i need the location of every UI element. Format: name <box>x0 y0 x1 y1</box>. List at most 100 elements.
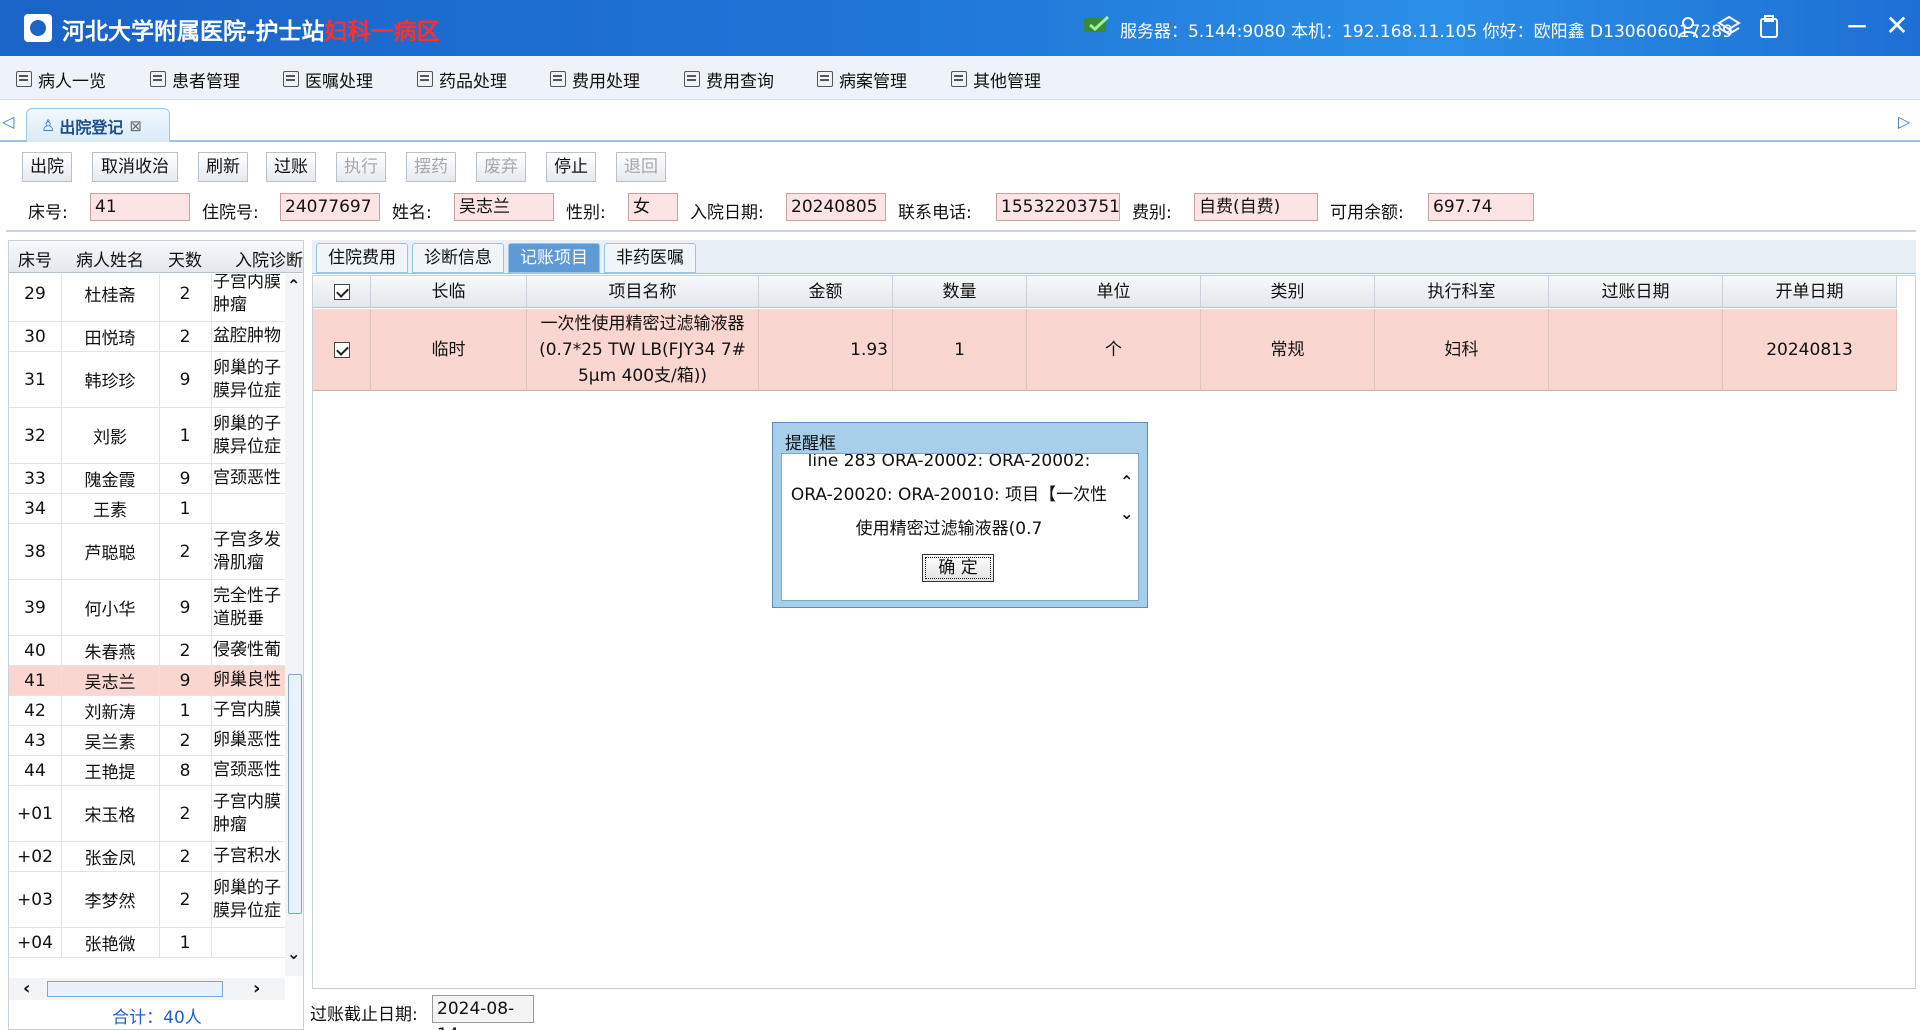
menu-fee-processing[interactable]: 费用处理 <box>550 68 640 92</box>
col-days[interactable]: 天数 <box>159 246 211 271</box>
menu-order-processing[interactable]: 医嘱处理 <box>283 68 373 92</box>
table-row[interactable]: 31 韩珍珍 9 卵巢的子 膜异位症 <box>9 352 285 408</box>
col-admission-diagnosis[interactable]: 入院诊断 <box>211 246 303 271</box>
cell-bed: 34 <box>24 498 46 519</box>
tab-billing-items[interactable]: 记账项目 <box>508 243 600 273</box>
cancel-admission-button[interactable]: 取消收治 <box>92 152 178 182</box>
cell-diagnosis: 卵巢的子 膜异位症 <box>213 357 281 401</box>
hscroll-thumb[interactable] <box>47 981 223 997</box>
cell-amount: 1.93 <box>759 309 893 391</box>
col-unit[interactable]: 单位 <box>1027 276 1201 308</box>
col-bed[interactable]: 床号 <box>9 246 61 271</box>
balance-field[interactable]: 697.74 <box>1428 193 1534 221</box>
clipboard-icon[interactable] <box>1756 14 1782 40</box>
table-row[interactable]: 40 朱春燕 2 侵袭性葡 <box>9 636 285 666</box>
name-field[interactable]: 吴志兰 <box>454 193 554 221</box>
execute-button[interactable]: 执行 <box>336 152 386 182</box>
table-row[interactable]: 临时 一次性使用精密过滤输液器 (0.7*25 TW LB(FJY34 7# 5… <box>313 309 1897 391</box>
cell-bed: 44 <box>24 760 46 781</box>
admission-date-field[interactable]: 20240805 <box>786 193 886 221</box>
column-divider <box>61 494 62 523</box>
select-all-checkbox[interactable] <box>313 276 371 308</box>
table-row[interactable]: 33 隗金霞 9 宫颈恶性 <box>9 464 285 494</box>
table-row[interactable]: 34 王素 1 <box>9 494 285 524</box>
tab-discharge-registration[interactable]: ♙ 出院登记 ⊠ <box>26 108 170 142</box>
table-row[interactable]: 42 刘新涛 1 子宫内膜 <box>9 696 285 726</box>
user-icon[interactable] <box>1676 14 1702 40</box>
post-account-button[interactable]: 过账 <box>266 152 316 182</box>
tab-inpatient-fees[interactable]: 住院费用 <box>316 243 408 273</box>
menu-drug-processing[interactable]: 药品处理 <box>417 68 507 92</box>
bed-field[interactable]: 41 <box>90 193 190 221</box>
admission-no-field[interactable]: 24077697 <box>280 193 380 221</box>
table-row[interactable]: 32 刘影 1 卵巢的子 膜异位症 <box>9 408 285 464</box>
table-row[interactable]: 29 杜桂斋 2 子宫内膜 肿瘤 <box>9 274 285 322</box>
menu-patient-management[interactable]: 患者管理 <box>150 68 240 92</box>
layers-icon[interactable] <box>1716 14 1742 40</box>
tab-non-drug-orders[interactable]: 非药医嘱 <box>604 243 696 273</box>
dialog-scrollbar[interactable]: ⌃ ⌄ <box>1116 454 1138 552</box>
scroll-right-icon[interactable]: › <box>253 978 260 999</box>
tab-scroll-left-icon[interactable]: ◁ <box>2 112 14 131</box>
fee-type-field[interactable]: 自费(自费) <box>1194 193 1318 221</box>
col-quantity[interactable]: 数量 <box>893 276 1027 308</box>
col-patient-name[interactable]: 病人姓名 <box>61 246 159 271</box>
post-cutoff-date-field[interactable]: 2024-08-14 <box>432 995 534 1030</box>
scroll-up-icon[interactable]: ⌃ <box>1120 472 1133 491</box>
dispense-button[interactable]: 摆药 <box>406 152 456 182</box>
tab-close-icon[interactable]: ⊠ <box>129 117 142 135</box>
discharge-button[interactable]: 出院 <box>22 152 72 182</box>
cell-diagnosis: 侵袭性葡 <box>213 640 281 660</box>
table-row[interactable]: 30 田悦琦 2 盆腔肿物 <box>9 322 285 352</box>
cell-days: 2 <box>179 730 191 751</box>
bed-list-hscrollbar[interactable]: ‹ › <box>9 978 285 1000</box>
close-window-button[interactable]: ✕ <box>1882 12 1912 42</box>
phone-field[interactable]: 15532203751 <box>996 193 1120 221</box>
return-button[interactable]: 退回 <box>616 152 666 182</box>
stop-button[interactable]: 停止 <box>546 152 596 182</box>
cell-bed: 33 <box>24 468 46 489</box>
menu-patient-overview[interactable]: 病人一览 <box>16 68 106 92</box>
col-order-date[interactable]: 开单日期 <box>1723 276 1897 308</box>
col-item-name[interactable]: 项目名称 <box>527 276 759 308</box>
col-amount[interactable]: 金额 <box>759 276 893 308</box>
cell-category: 常规 <box>1201 309 1375 391</box>
sex-field[interactable]: 女 <box>628 193 678 221</box>
cell-days: 1 <box>179 932 191 953</box>
table-row[interactable]: +04 张艳微 1 <box>9 928 285 958</box>
menu-other-management[interactable]: 其他管理 <box>951 68 1041 92</box>
document-icon <box>16 71 32 87</box>
ok-button[interactable]: 确 定 <box>922 554 994 582</box>
menu-record-management[interactable]: 病案管理 <box>817 68 907 92</box>
menu-fee-query[interactable]: 费用查询 <box>684 68 774 92</box>
col-category[interactable]: 类别 <box>1201 276 1375 308</box>
cell-bed: 39 <box>24 597 46 618</box>
table-row[interactable]: 38 芦聪聪 2 子宫多发 滑肌瘤 <box>9 524 285 580</box>
col-post-date[interactable]: 过账日期 <box>1549 276 1723 308</box>
minimize-button[interactable]: − <box>1842 12 1872 42</box>
refresh-button[interactable]: 刷新 <box>198 152 248 182</box>
discard-button[interactable]: 废弃 <box>476 152 526 182</box>
tab-scroll-right-icon[interactable]: ▷ <box>1898 112 1910 131</box>
table-row[interactable]: 41 吴志兰 9 卵巢良性 <box>9 666 285 696</box>
table-row[interactable]: 43 吴兰素 2 卵巢恶性 <box>9 726 285 756</box>
main-menu-bar: 病人一览 患者管理 医嘱处理 药品处理 费用处理 费用查询 病案管理 其他管理 <box>0 56 1920 100</box>
row-checkbox[interactable] <box>313 309 371 391</box>
cell-bed: 30 <box>24 326 46 347</box>
scroll-thumb[interactable] <box>288 674 302 914</box>
table-row[interactable]: 39 何小华 9 完全性子 道脱垂 <box>9 580 285 636</box>
scroll-left-icon[interactable]: ‹ <box>23 978 30 999</box>
col-long-temp[interactable]: 长临 <box>371 276 527 308</box>
table-row[interactable]: +02 张金凤 2 子宫积水 <box>9 842 285 872</box>
scroll-down-icon[interactable]: ⌄ <box>287 944 300 963</box>
col-exec-dept[interactable]: 执行科室 <box>1375 276 1549 308</box>
scroll-up-icon[interactable]: ⌃ <box>287 276 300 295</box>
table-row[interactable]: 44 王艳提 8 宫颈恶性 <box>9 756 285 786</box>
tab-diagnosis-info[interactable]: 诊断信息 <box>412 243 504 273</box>
document-icon <box>283 71 299 87</box>
document-icon <box>684 71 700 87</box>
scroll-down-icon[interactable]: ⌄ <box>1120 504 1133 523</box>
bed-list-vscrollbar[interactable]: ⌃ ⌄ <box>285 274 303 976</box>
table-row[interactable]: +03 李梦然 2 卵巢的子 膜异位症 <box>9 872 285 928</box>
table-row[interactable]: +01 宋玉格 2 子宫内膜 肿瘤 <box>9 786 285 842</box>
